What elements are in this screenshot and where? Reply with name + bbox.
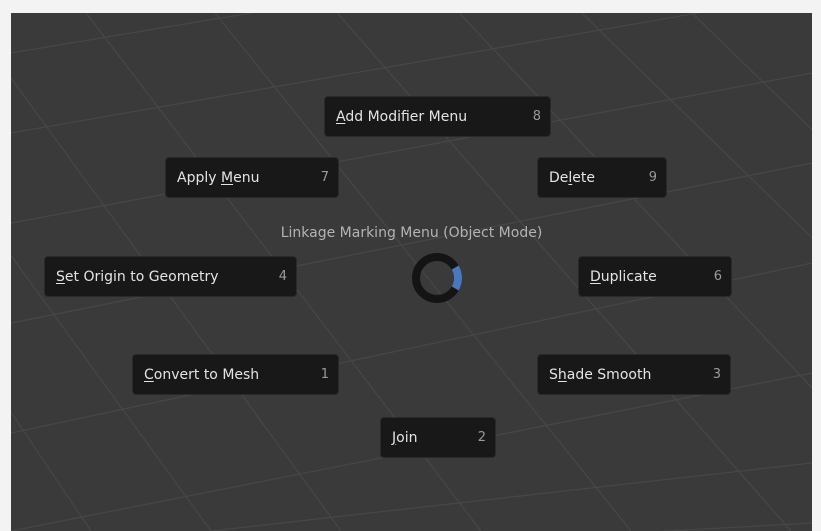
button-label: Duplicate xyxy=(590,268,657,285)
shortcut-number: 4 xyxy=(278,269,287,284)
button-label: Join xyxy=(392,429,418,446)
shortcut-number: 3 xyxy=(712,367,721,382)
shortcut-number: 7 xyxy=(320,170,329,185)
button-label: Shade Smooth xyxy=(549,366,652,383)
shortcut-number: 8 xyxy=(532,109,541,124)
join-button[interactable]: Join 2 xyxy=(380,417,496,458)
button-label: Set Origin to Geometry xyxy=(56,268,219,285)
button-label: Convert to Mesh xyxy=(144,366,260,383)
apply-menu-button[interactable]: Apply Menu 7 xyxy=(165,157,339,198)
set-origin-to-geometry-button[interactable]: Set Origin to Geometry 4 xyxy=(44,256,297,297)
convert-to-mesh-button[interactable]: Convert to Mesh 1 xyxy=(132,354,339,395)
shade-smooth-button[interactable]: Shade Smooth 3 xyxy=(537,354,731,395)
button-label: Apply Menu xyxy=(177,169,260,186)
add-modifier-menu-button[interactable]: Add Modifier Menu 8 xyxy=(324,96,551,137)
shortcut-number: 6 xyxy=(713,269,722,284)
pie-direction-indicator xyxy=(412,253,462,303)
button-label: Delete xyxy=(549,169,596,186)
3d-viewport[interactable]: Linkage Marking Menu (Object Mode) Add M… xyxy=(11,13,812,531)
shortcut-number: 2 xyxy=(477,430,486,445)
pie-menu-title: Linkage Marking Menu (Object Mode) xyxy=(280,225,543,241)
shortcut-number: 9 xyxy=(648,170,657,185)
button-label: Add Modifier Menu xyxy=(336,108,468,125)
duplicate-button[interactable]: Duplicate 6 xyxy=(578,256,732,297)
shortcut-number: 1 xyxy=(320,367,329,382)
delete-button[interactable]: Delete 9 xyxy=(537,157,667,198)
